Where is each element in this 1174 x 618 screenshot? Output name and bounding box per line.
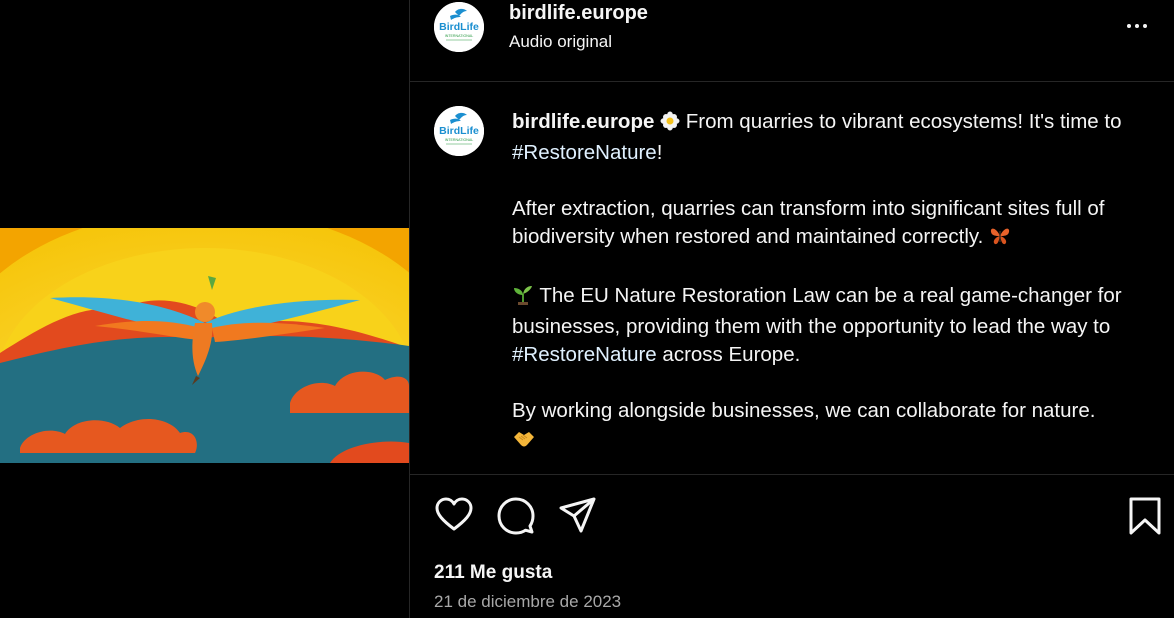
caption-paragraph-3: The EU Nature Restoration Law can be a r… <box>512 282 1140 369</box>
flower-emoji <box>660 111 680 139</box>
svg-text:INTERNATIONAL: INTERNATIONAL <box>445 34 474 38</box>
post-date[interactable]: 21 de diciembre de 2023 <box>434 592 621 612</box>
media-panel[interactable] <box>0 0 409 618</box>
audio-label[interactable]: Audio original <box>509 32 612 52</box>
svg-text:INTERNATIONAL: INTERNATIONAL <box>445 138 474 142</box>
heart-icon[interactable] <box>434 495 474 535</box>
share-icon[interactable] <box>558 495 598 535</box>
caption-text-4: By working alongside businesses, we can … <box>512 399 1096 422</box>
action-bar <box>410 495 1174 537</box>
bookmark-icon[interactable] <box>1125 495 1165 535</box>
birdlife-logo-icon: BirdLife INTERNATIONAL <box>434 106 484 156</box>
post-details-panel: BirdLife INTERNATIONAL birdlife.europe A… <box>410 0 1174 618</box>
post-header: BirdLife INTERNATIONAL birdlife.europe A… <box>410 0 1174 82</box>
caption-paragraph-2: After extraction, quarries can transform… <box>512 195 1140 254</box>
bird-illustration <box>0 228 409 463</box>
butterfly-emoji <box>989 226 1011 254</box>
caption-section: BirdLife INTERNATIONAL birdlife.europe F… <box>410 82 1174 475</box>
handshake-emoji <box>512 428 536 456</box>
caption-text-3: The EU Nature Restoration Law can be a r… <box>512 284 1122 338</box>
caption-username[interactable]: birdlife.europe <box>512 110 654 133</box>
caption-text: birdlife.europe From quarries to vibrant… <box>512 108 1140 484</box>
avatar[interactable]: BirdLife INTERNATIONAL <box>434 2 484 52</box>
like-count[interactable]: 211 Me gusta <box>434 562 552 584</box>
caption-paragraph-4: By working alongside businesses, we can … <box>512 397 1140 456</box>
caption-text-1-end: ! <box>656 141 663 164</box>
seedling-emoji <box>512 285 534 313</box>
svg-text:BirdLife: BirdLife <box>439 21 479 33</box>
caption-paragraph-1: birdlife.europe From quarries to vibrant… <box>512 108 1140 167</box>
caption-avatar[interactable]: BirdLife INTERNATIONAL <box>434 106 484 156</box>
hashtag-link[interactable]: #RestoreNature <box>512 141 657 164</box>
hashtag-link-2[interactable]: #RestoreNature <box>512 343 657 366</box>
more-options-icon[interactable] <box>1122 14 1152 38</box>
caption-text-1: From quarries to vibrant ecosystems! It'… <box>680 110 1122 133</box>
comment-icon[interactable] <box>496 495 536 535</box>
birdlife-logo-icon: BirdLife INTERNATIONAL <box>434 2 484 52</box>
caption-text-3-end: across Europe. <box>656 343 801 366</box>
svg-text:BirdLife: BirdLife <box>439 125 479 137</box>
video-frame[interactable] <box>0 228 409 463</box>
caption-text-2: After extraction, quarries can transform… <box>512 197 1105 248</box>
post-author-username[interactable]: birdlife.europe <box>509 2 648 25</box>
